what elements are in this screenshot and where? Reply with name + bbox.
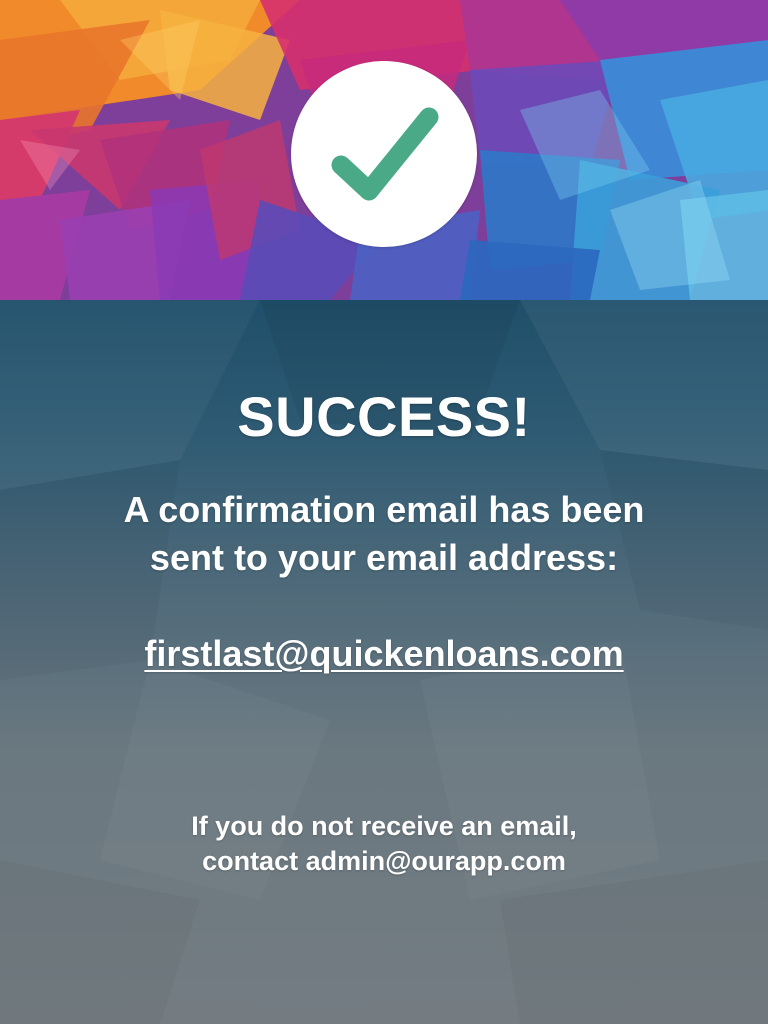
support-note: If you do not receive an email, contact … — [80, 809, 688, 879]
success-screen: SUCCESS! A confirmation email has been s… — [0, 0, 768, 1024]
message-content: SUCCESS! A confirmation email has been s… — [0, 300, 768, 1024]
support-note-line-2: contact admin@ourapp.com — [202, 846, 566, 876]
success-badge — [291, 61, 477, 247]
support-note-line-1: If you do not receive an email, — [191, 811, 577, 841]
confirmation-message: A confirmation email has been sent to yo… — [60, 486, 708, 582]
success-title: SUCCESS! — [237, 385, 531, 448]
email-address-link[interactable]: firstlast@quickenloans.com — [0, 630, 768, 678]
checkmark-icon — [331, 107, 439, 201]
confirmation-message-line-2: sent to your email address: — [149, 537, 619, 578]
confirmation-message-line-1: A confirmation email has been — [123, 489, 645, 530]
